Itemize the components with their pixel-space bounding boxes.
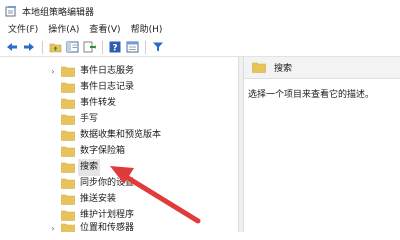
show-hide-tree-icon[interactable]	[64, 39, 80, 55]
toolbar-separator	[102, 40, 103, 54]
tree-item-label: 数字保险箱	[80, 146, 126, 156]
tree-pane: › 事件日志服务 事件日志记录 事件转发 手写 数据收集和预览版本 数字保险箱 …	[0, 57, 238, 232]
toolbar-separator	[145, 40, 146, 54]
toolbar: ?	[0, 38, 400, 57]
back-arrow-icon[interactable]	[4, 39, 20, 55]
folder-icon	[61, 114, 75, 125]
svg-text:?: ?	[112, 44, 117, 54]
tree-item[interactable]: 手写	[0, 111, 238, 128]
folder-icon	[61, 223, 75, 232]
tree-item-label: 推送安装	[80, 194, 117, 204]
folder-icon	[61, 82, 75, 93]
tree-item-label: 事件日志记录	[80, 82, 135, 92]
details-header: 搜索	[244, 57, 400, 79]
expand-chevron-icon[interactable]: ›	[49, 63, 57, 80]
expand-chevron-icon[interactable]: ›	[49, 220, 57, 232]
folder-icon	[61, 66, 75, 77]
help-icon[interactable]: ?	[107, 39, 123, 55]
tree-item-label: 同步你的设置	[80, 178, 135, 188]
folder-icon	[61, 194, 75, 205]
tree-item[interactable]: 推送安装	[0, 191, 238, 208]
tree-item-label: 搜索	[78, 159, 101, 176]
window-title: 本地组策略编辑器	[22, 7, 95, 18]
tree-item-label: 手写	[80, 114, 99, 124]
title-bar: 本地组策略编辑器	[0, 0, 400, 22]
menu-bar: 文件(F) 操作(A) 查看(V) 帮助(H)	[0, 22, 400, 38]
folder-icon	[61, 178, 75, 189]
folder-icon	[61, 162, 75, 173]
filter-icon[interactable]	[150, 39, 166, 55]
menu-help[interactable]: 帮助(H)	[126, 22, 168, 38]
export-list-icon[interactable]	[81, 39, 97, 55]
toolbar-separator	[42, 40, 43, 54]
forward-arrow-icon[interactable]	[21, 39, 37, 55]
details-pane: 搜索 选择一个项目来查看它的描述。	[244, 57, 400, 232]
details-description: 选择一个项目来查看它的描述。	[248, 90, 375, 100]
tree-item-label: 事件转发	[80, 98, 117, 108]
up-folder-icon[interactable]	[47, 39, 63, 55]
tree-item[interactable]: 数字保险箱	[0, 143, 238, 160]
menu-action[interactable]: 操作(A)	[43, 22, 84, 38]
tree-item-label: 位置和传感器	[80, 223, 135, 232]
tree-item[interactable]: › 位置和传感器	[0, 220, 238, 232]
folder-icon	[61, 130, 75, 141]
details-title: 搜索	[274, 64, 293, 74]
tree-item-label: 数据收集和预览版本	[80, 130, 162, 140]
tree-item-selected[interactable]: 搜索	[0, 159, 238, 176]
properties-icon[interactable]	[124, 39, 140, 55]
menu-file[interactable]: 文件(F)	[3, 22, 43, 38]
tree-item-label: 事件日志服务	[80, 66, 135, 76]
policy-editor-app-icon	[5, 5, 17, 17]
tree-item[interactable]: › 事件日志服务	[0, 63, 238, 80]
folder-icon	[61, 98, 75, 109]
tree-item[interactable]: 事件转发	[0, 95, 238, 112]
tree-item[interactable]: 同步你的设置	[0, 175, 238, 192]
tree-item[interactable]: 事件日志记录	[0, 79, 238, 96]
menu-view[interactable]: 查看(V)	[84, 22, 125, 38]
folder-icon	[61, 146, 75, 157]
tree-item[interactable]: 数据收集和预览版本	[0, 127, 238, 144]
folder-icon	[252, 62, 266, 73]
